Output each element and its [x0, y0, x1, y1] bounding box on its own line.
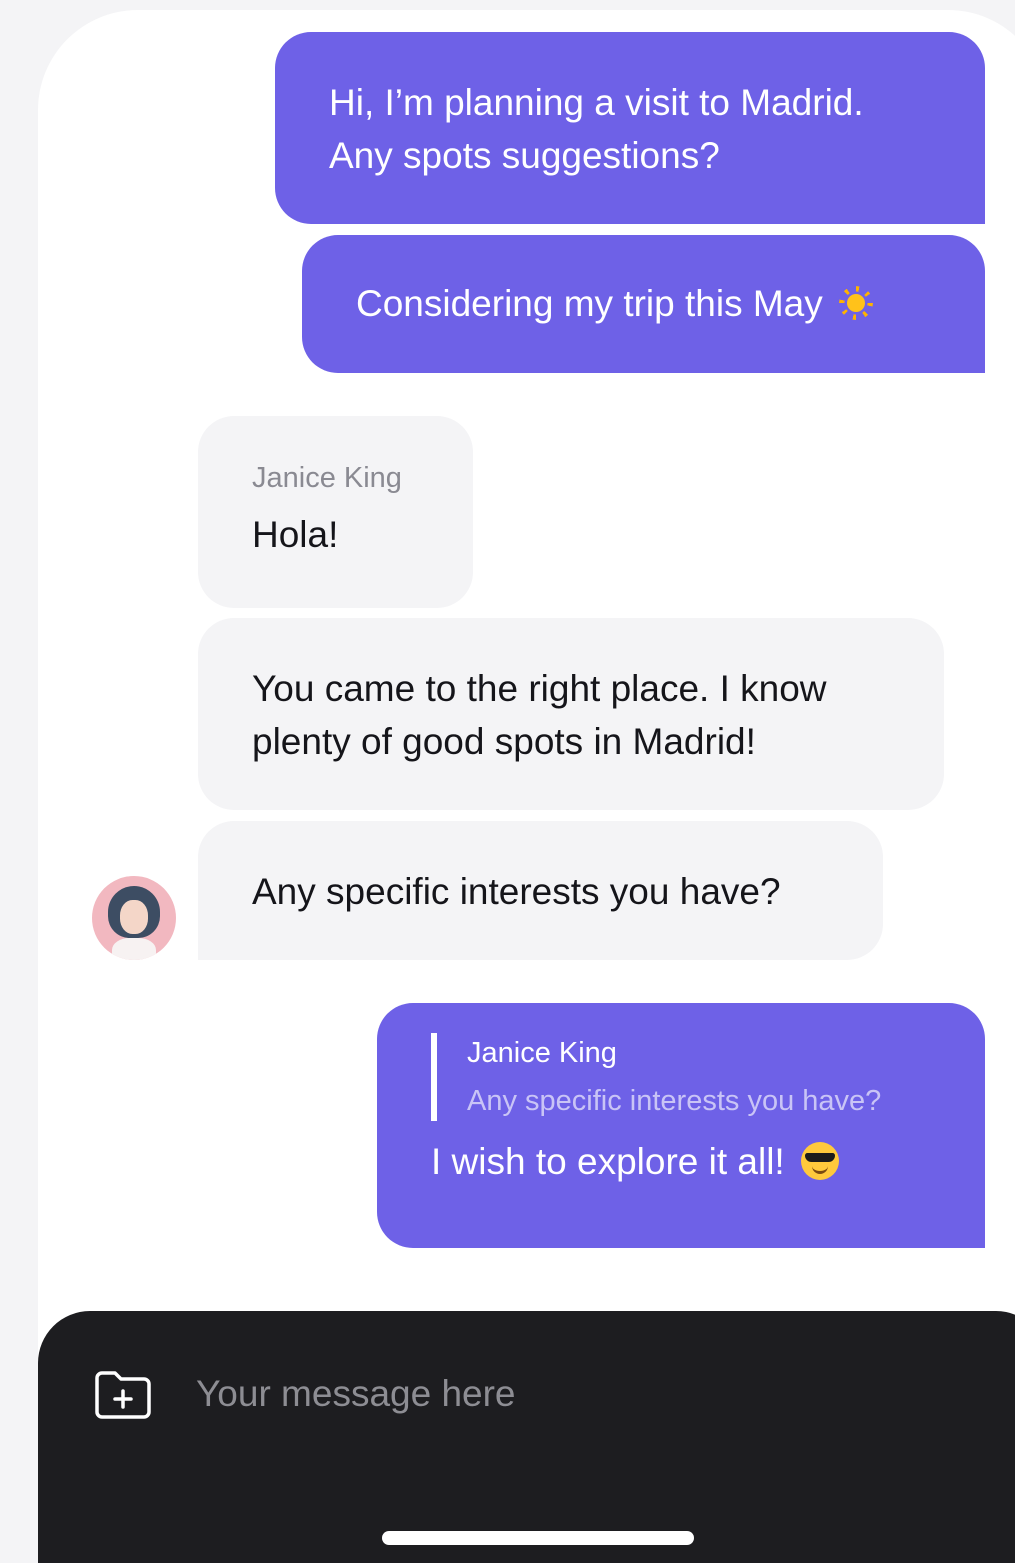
cool-face-icon	[801, 1142, 839, 1180]
home-indicator[interactable]	[382, 1531, 694, 1545]
message-text: Hola!	[252, 514, 339, 555]
quoted-message[interactable]: Janice King Any specific interests you h…	[431, 1033, 985, 1121]
message-text: Considering my trip this May	[356, 283, 823, 324]
message-bubble-outgoing[interactable]: Considering my trip this May	[302, 235, 985, 373]
message-text-line: Any spots suggestions?	[329, 135, 720, 176]
quoted-message-text: Any specific interests you have?	[467, 1085, 882, 1117]
sun-icon	[839, 286, 874, 320]
add-folder-icon[interactable]	[94, 1368, 152, 1420]
message-text: Any specific interests you have?	[252, 871, 781, 912]
message-bubble-incoming[interactable]: Janice King Hola!	[198, 416, 473, 608]
message-text-line: plenty of good spots in Madrid!	[252, 721, 756, 762]
avatar[interactable]	[92, 876, 176, 960]
message-bubble-outgoing[interactable]: Hi, I’m planning a visit to Madrid. Any …	[275, 32, 985, 224]
message-bubble-incoming[interactable]: Any specific interests you have?	[198, 821, 883, 960]
message-text: I wish to explore it all!	[431, 1141, 785, 1182]
quoted-sender-name: Janice King	[467, 1037, 617, 1069]
message-bubble-incoming[interactable]: You came to the right place. I know plen…	[198, 618, 944, 810]
chat-screen: Hi, I’m planning a visit to Madrid. Any …	[38, 10, 1015, 1563]
message-text-line: You came to the right place. I know	[252, 668, 827, 709]
sender-name: Janice King	[252, 462, 402, 494]
message-composer	[38, 1311, 1015, 1563]
message-text-line: Hi, I’m planning a visit to Madrid.	[329, 82, 864, 123]
message-input[interactable]	[196, 1366, 956, 1422]
message-bubble-outgoing-reply[interactable]: Janice King Any specific interests you h…	[377, 1003, 985, 1248]
